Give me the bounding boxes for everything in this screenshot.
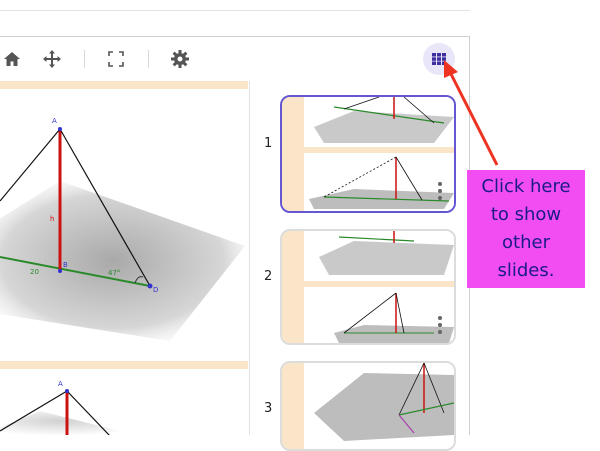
home-icon <box>4 52 20 66</box>
geometry-drawing <box>0 127 245 435</box>
lower-point-a-label: A <box>58 380 63 388</box>
move-icon <box>43 50 61 68</box>
height-label: h <box>50 215 55 223</box>
slide-thumbnail[interactable] <box>280 229 456 345</box>
slide-thumbnail-preview <box>304 97 454 153</box>
toolbar-divider <box>84 50 85 68</box>
help-callout: Click here to show other slides. <box>467 170 585 288</box>
fullscreen-button[interactable] <box>104 47 128 71</box>
slide-thumbnail-preview <box>304 153 454 211</box>
slide-thumbnail-strip <box>282 363 304 449</box>
fullscreen-icon <box>108 51 124 67</box>
settings-button[interactable] <box>168 47 192 71</box>
slides-grid-button[interactable] <box>423 43 455 75</box>
slides-grid-icon <box>432 53 446 65</box>
slide-thumbnail-preview <box>304 231 454 287</box>
home-button[interactable] <box>0 47 24 71</box>
slide-number: 1 <box>264 136 273 151</box>
angle-label: 47° <box>108 269 121 277</box>
slide-thumbnail-preview <box>304 287 454 343</box>
slide-thumbnail-strip <box>282 97 304 211</box>
point-a-label: A <box>52 117 57 125</box>
slide-thumbnail[interactable] <box>280 361 456 451</box>
slide-number: 2 <box>264 269 273 284</box>
point-d-label: D <box>153 286 159 294</box>
slide-thumbnail-strip <box>282 231 304 343</box>
slide-number: 3 <box>264 401 273 416</box>
toolbar-divider <box>148 50 149 68</box>
slide-thumbnail[interactable] <box>280 95 456 213</box>
toolbar <box>0 37 469 81</box>
move-button[interactable] <box>40 47 64 71</box>
settings-icon <box>171 50 189 68</box>
slide-menu-button[interactable] <box>438 182 442 200</box>
base-length-label: 20 <box>30 268 39 276</box>
point-b-label: B <box>63 261 68 269</box>
slide-thumbnail-preview <box>304 363 454 443</box>
slide-menu-button[interactable] <box>438 316 442 334</box>
graphics-view[interactable]: A B D h 20 47° A h <box>0 81 248 435</box>
top-bar <box>0 0 470 11</box>
